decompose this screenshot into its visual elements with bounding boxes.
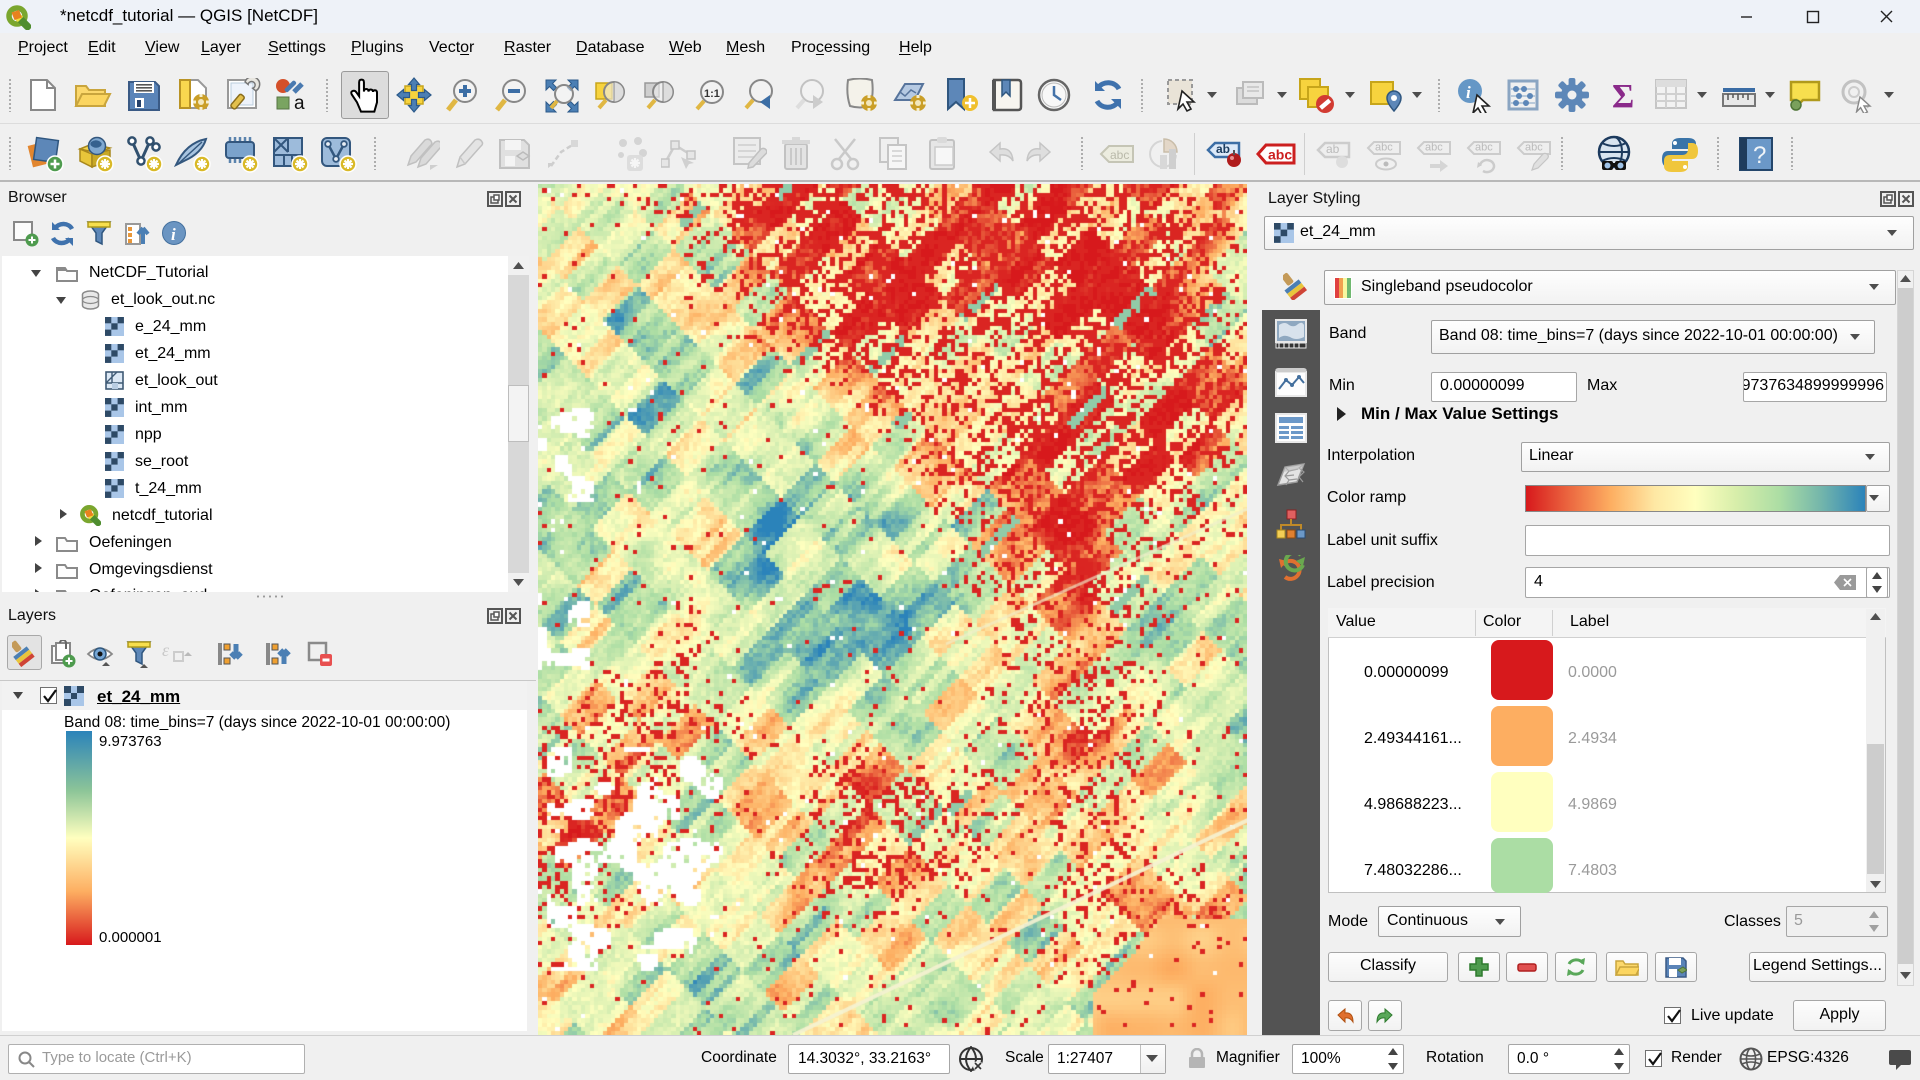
svg-text:1:1: 1:1 (704, 88, 720, 100)
svg-text:abc: abc (1525, 142, 1543, 154)
svg-text:ab: ab (1216, 142, 1230, 156)
svg-text:abc: abc (1268, 147, 1292, 163)
svg-text:abc: abc (1110, 148, 1129, 162)
svg-text:abc: abc (1425, 142, 1443, 154)
svg-text:abc: abc (1475, 142, 1493, 154)
svg-text:?: ? (1753, 142, 1766, 169)
svg-text:ab: ab (1326, 142, 1340, 156)
svg-text:a: a (294, 93, 305, 112)
svg-text:ε: ε (162, 640, 170, 660)
svg-text:Σ: Σ (1612, 78, 1634, 113)
svg-text:i: i (171, 225, 176, 244)
svg-text:i: i (1466, 83, 1471, 102)
svg-text:abc: abc (1375, 142, 1393, 154)
